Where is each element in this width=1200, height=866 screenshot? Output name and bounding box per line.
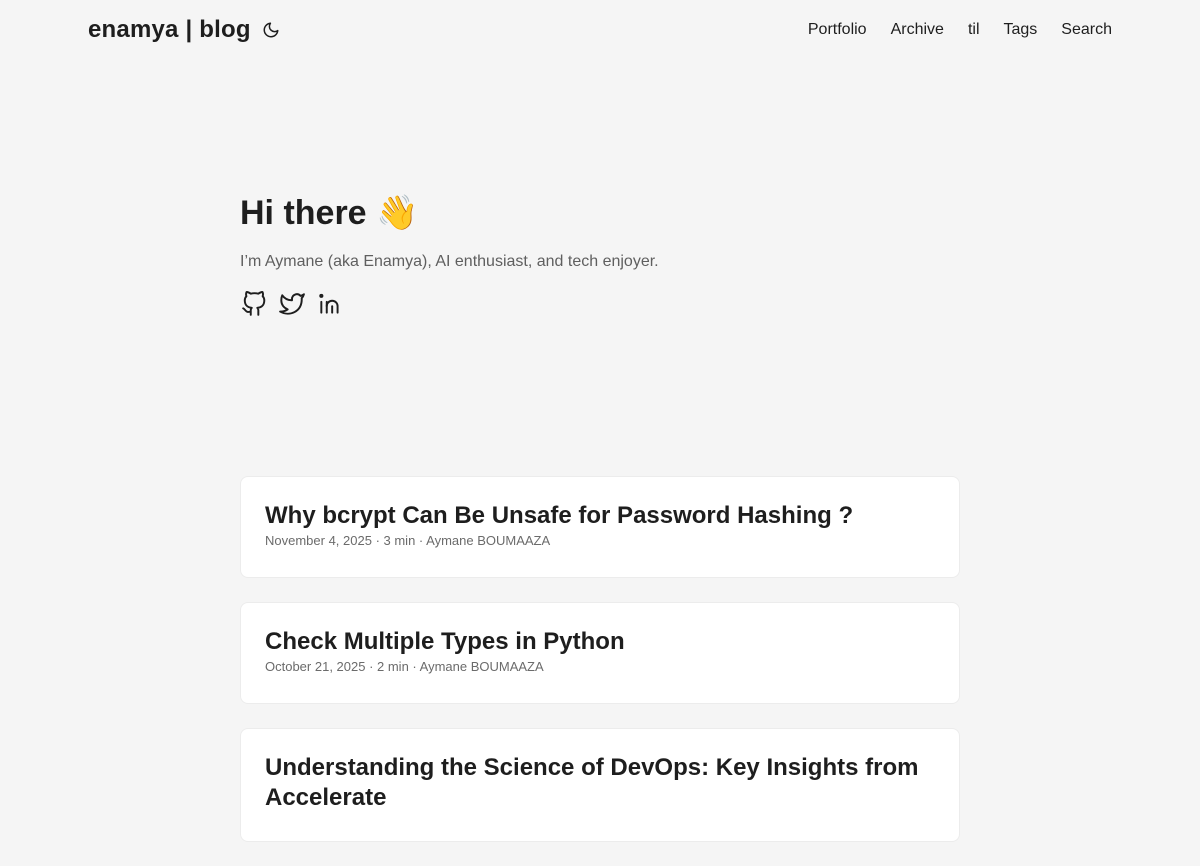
post-title[interactable]: Check Multiple Types in Python [265,627,935,657]
github-icon[interactable] [240,290,268,318]
moon-icon[interactable] [261,20,281,40]
main-nav: Portfolio Archive til Tags Search [784,21,1112,39]
nav-search[interactable]: Search [1061,21,1112,39]
post-meta: October 21, 2025 · 2 min · Aymane BOUMAA… [265,659,544,674]
hero-subtitle: I’m Aymane (aka Enamya), AI enthusiast, … [240,253,659,270]
social-icons [240,290,960,318]
nav-archive[interactable]: Archive [891,21,944,39]
post-meta: November 4, 2025 · 3 min · Aymane BOUMAA… [265,533,551,548]
logo-group: enamya | blog [88,16,281,44]
post-title[interactable]: Why bcrypt Can Be Unsafe for Password Ha… [265,501,935,531]
twitter-icon[interactable] [278,290,306,318]
nav-tags[interactable]: Tags [1004,21,1038,39]
nav-til[interactable]: til [968,21,980,39]
site-header: enamya | blog Portfolio Archive til Tags… [88,0,1112,60]
post-card[interactable]: Why bcrypt Can Be Unsafe for Password Ha… [240,476,960,578]
site-logo[interactable]: enamya | blog [88,16,251,44]
post-list: Why bcrypt Can Be Unsafe for Password Ha… [240,476,960,866]
post-card[interactable]: Check Multiple Types in Python October 2… [240,602,960,704]
linkedin-icon[interactable] [316,290,344,318]
nav-portfolio[interactable]: Portfolio [808,21,867,39]
post-card[interactable]: Understanding the Science of DevOps: Key… [240,728,960,842]
hero-section: Hi there 👋 I’m Aymane (aka Enamya), AI e… [240,190,960,318]
post-title[interactable]: Understanding the Science of DevOps: Key… [265,753,935,813]
hero-title: Hi there 👋 [240,194,419,232]
